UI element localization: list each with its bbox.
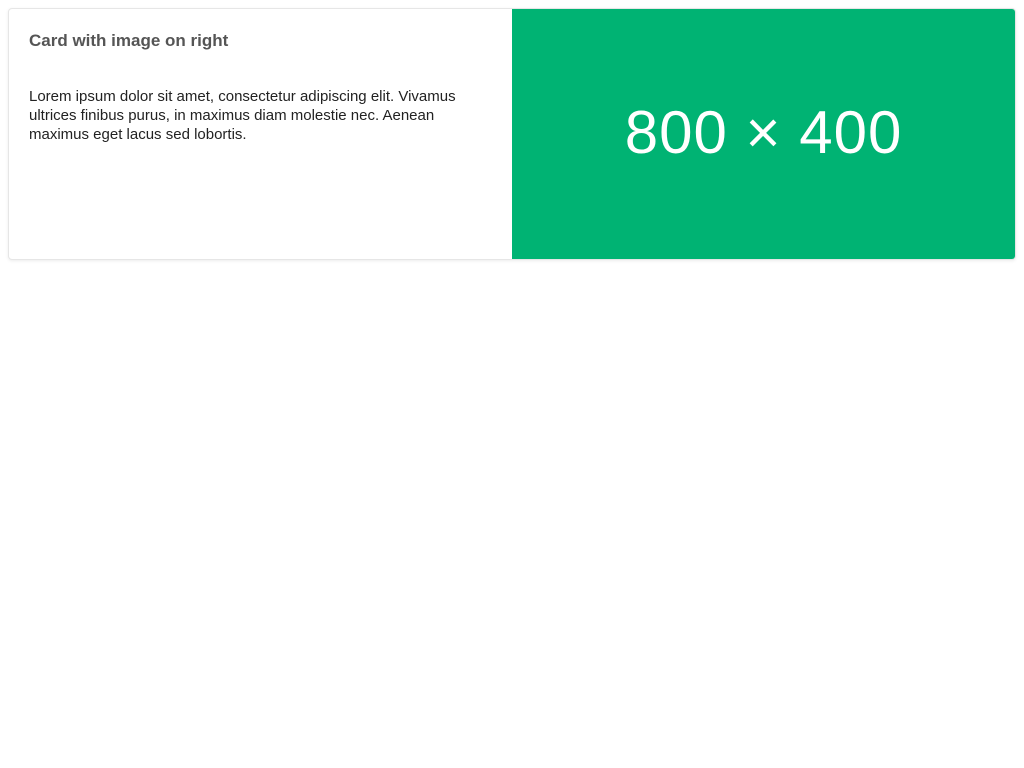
- card-text: Lorem ipsum dolor sit amet, consectetur …: [29, 88, 456, 143]
- card-body: Card with image on right Lorem ipsum dol…: [9, 9, 512, 259]
- card-title: Card with image on right: [29, 31, 229, 50]
- card: Card with image on right Lorem ipsum dol…: [8, 8, 1016, 260]
- image-dimensions-label: 800 × 400: [624, 98, 903, 166]
- card-image-placeholder: 800 × 400: [512, 9, 1015, 259]
- page: Card with image on right Lorem ipsum dol…: [0, 0, 1024, 768]
